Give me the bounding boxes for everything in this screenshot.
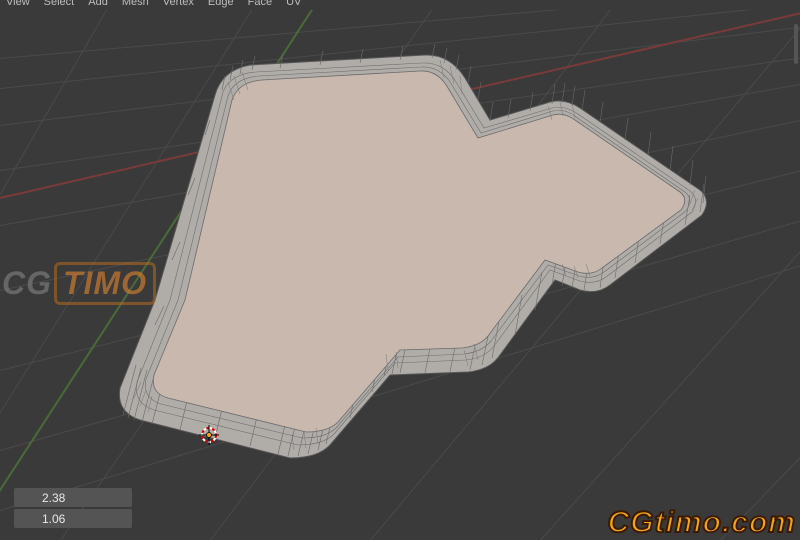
- status-value-1[interactable]: 2.38: [14, 488, 132, 507]
- status-value-2[interactable]: 1.06: [14, 509, 132, 528]
- menu-edge[interactable]: Edge: [208, 0, 234, 8]
- menu-uv[interactable]: UV: [286, 0, 301, 8]
- menu-face[interactable]: Face: [248, 0, 272, 8]
- menu-view[interactable]: View: [6, 0, 30, 8]
- mesh-object[interactable]: [0, 20, 800, 540]
- sidebar-scrollbar[interactable]: [794, 24, 798, 64]
- axis-y-line: [0, 10, 615, 540]
- watermark-url: CGtimo.com: [608, 506, 796, 540]
- menu-mesh[interactable]: Mesh: [122, 0, 149, 8]
- viewport-3d[interactable]: CG TIMO 2.38 1.06 CGtimo.com: [0, 10, 800, 540]
- menu-select[interactable]: Select: [44, 0, 75, 8]
- menu-add[interactable]: Add: [88, 0, 108, 8]
- header-menu: View Select Add Mesh Vertex Edge Face UV: [0, 0, 800, 10]
- menu-vertex[interactable]: Vertex: [163, 0, 194, 8]
